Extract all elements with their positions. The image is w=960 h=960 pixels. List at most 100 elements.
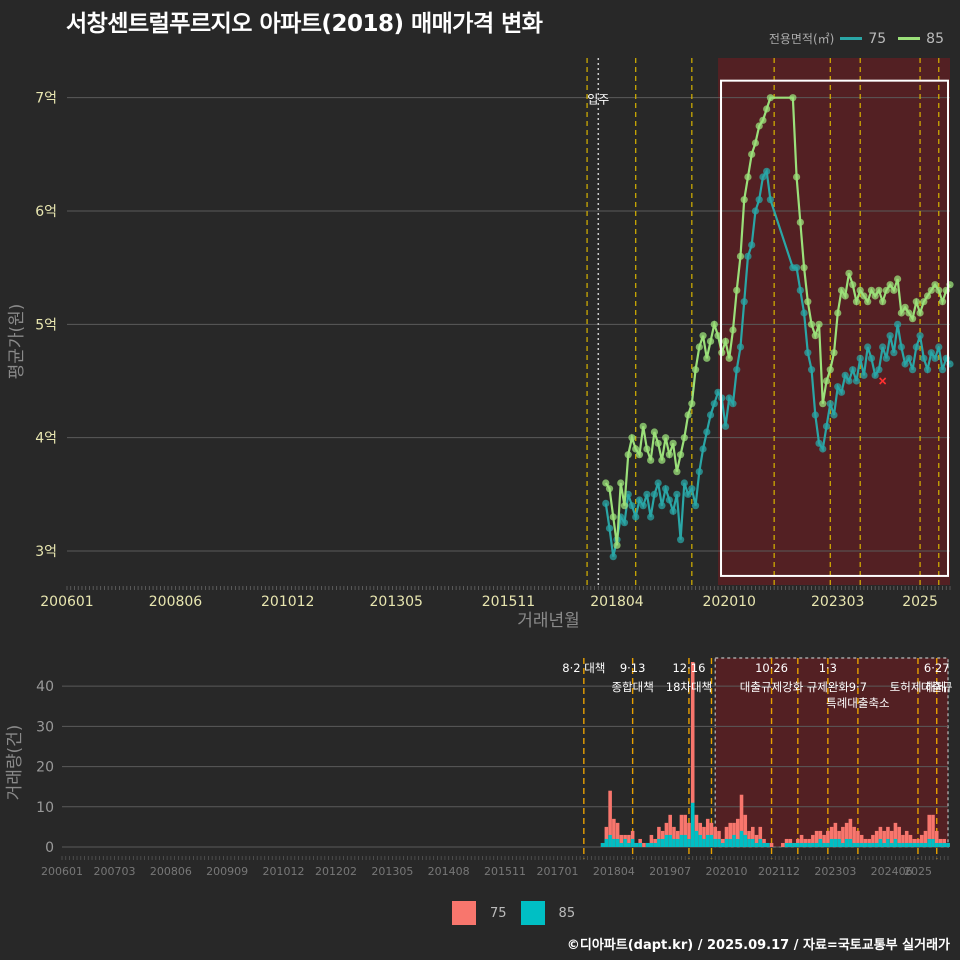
data-point-85	[647, 456, 655, 464]
policy-annotation-date: 8·2 대책	[562, 661, 605, 675]
data-point-85	[729, 326, 737, 334]
bar-85	[720, 842, 725, 847]
data-point-75	[744, 252, 752, 260]
shaded-period	[718, 58, 950, 585]
policy-annotation-text: 규제완화	[807, 680, 850, 694]
data-point-85	[759, 116, 767, 124]
data-point-85	[834, 309, 842, 317]
bar-85	[766, 842, 770, 847]
policy-annotation-date: 10·26	[755, 661, 788, 675]
x-tick-label: 200806	[149, 594, 203, 610]
bar-85	[675, 838, 680, 847]
policy-annotation-text: 종합대책	[611, 680, 653, 694]
data-point-85	[748, 150, 756, 158]
bar-85	[739, 830, 744, 847]
bar-85	[645, 842, 650, 847]
bar-85	[886, 838, 890, 847]
data-point-85	[677, 451, 685, 459]
data-point-75	[796, 286, 804, 294]
bar-85	[754, 842, 759, 847]
data-point-85	[650, 428, 659, 436]
bar-85	[619, 842, 624, 847]
data-point-85	[912, 298, 920, 306]
x-tick-label: 202112	[758, 865, 800, 878]
data-point-85	[935, 286, 943, 294]
bar-85	[826, 842, 830, 847]
bottom-legend-label-75: 75	[490, 905, 507, 921]
data-point-85	[894, 275, 902, 283]
bar-75	[769, 842, 774, 847]
data-point-75	[894, 320, 902, 328]
y-tick-label: 20	[36, 760, 54, 776]
bar-85	[938, 842, 943, 847]
bar-85	[931, 838, 935, 847]
data-point-85	[680, 434, 688, 442]
y-tick-label: 10	[36, 800, 54, 816]
bar-85	[833, 838, 838, 847]
bar-85	[841, 842, 845, 847]
data-point-85	[815, 320, 823, 328]
data-point-85	[609, 513, 617, 521]
data-point-85	[751, 139, 760, 147]
data-point-75	[650, 490, 659, 498]
data-point-75	[864, 343, 872, 351]
price-line-chart: 3억 4억 5억 6억 7억 입주 200601 200806 201012 201305 2015…	[7, 58, 954, 631]
data-point-75	[845, 377, 853, 385]
data-point-85	[669, 439, 677, 447]
bar-85	[627, 842, 631, 847]
data-point-85	[908, 315, 917, 323]
bar-85	[672, 838, 676, 847]
data-point-85	[830, 349, 838, 357]
bar-85	[916, 842, 920, 847]
x-tick-label: 202010	[706, 865, 748, 878]
data-point-85	[864, 298, 872, 306]
data-point-85	[613, 541, 621, 549]
data-point-85	[822, 377, 831, 385]
data-point-75	[703, 428, 711, 436]
data-point-85	[804, 298, 812, 306]
data-point-85	[879, 298, 887, 306]
x-tick-label: 200601	[41, 865, 83, 878]
data-point-75	[755, 196, 763, 204]
x-tick-label: 201511	[482, 594, 535, 610]
data-point-75	[800, 309, 808, 317]
bottom-legend: 75 85	[452, 901, 589, 925]
data-point-75	[826, 400, 834, 408]
data-point-85	[628, 434, 636, 442]
bar-85	[694, 830, 699, 847]
bar-85	[660, 838, 665, 847]
data-point-75	[721, 422, 730, 430]
data-point-75	[620, 519, 629, 527]
data-point-85	[744, 173, 752, 181]
x-tick-label: 201012	[263, 865, 305, 878]
bar-85	[912, 842, 916, 847]
bar-85	[874, 842, 879, 847]
data-point-75	[677, 536, 685, 544]
data-point-75	[748, 241, 756, 249]
bar-85	[859, 842, 864, 847]
x-tick-label: 200703	[94, 865, 136, 878]
data-point-75	[879, 343, 887, 351]
data-point-75	[867, 354, 876, 362]
bar-85	[852, 842, 856, 847]
bar-85	[904, 842, 909, 847]
data-point-85	[875, 286, 883, 294]
bar-85	[600, 842, 605, 847]
bar-85	[871, 842, 875, 847]
data-point-75	[938, 366, 947, 374]
bar-85	[698, 834, 703, 847]
bar-85	[856, 842, 860, 847]
bar-85	[837, 838, 841, 847]
bar-85	[634, 842, 639, 847]
bar-85	[901, 842, 905, 847]
data-point-85	[620, 502, 629, 510]
data-point-85	[740, 196, 748, 204]
x-tick-label: 200601	[40, 594, 93, 610]
y-tick-label: 5억	[35, 317, 57, 333]
data-point-85	[639, 422, 647, 430]
bar-85	[713, 838, 718, 847]
policy-annotation-date: 9·13	[620, 661, 646, 675]
data-point-75	[807, 366, 816, 374]
data-point-75	[733, 366, 741, 374]
x-tick-label: 2025	[904, 865, 932, 878]
